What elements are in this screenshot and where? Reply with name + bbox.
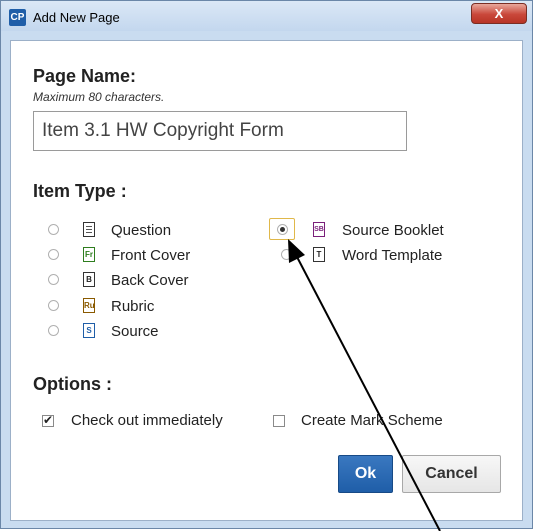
annotation-arrow (288, 239, 441, 531)
